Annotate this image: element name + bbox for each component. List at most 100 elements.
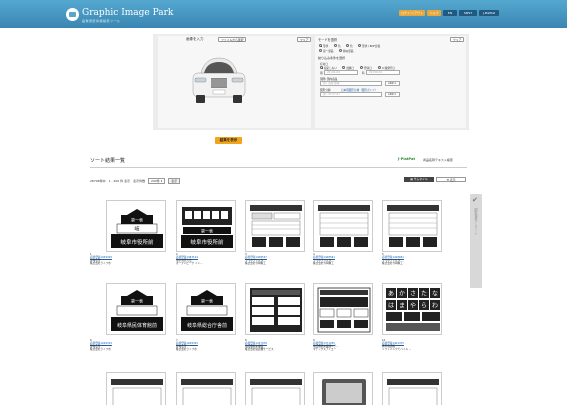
result-thumbnail-14[interactable] xyxy=(313,372,373,405)
image-input-label: 画像を入力 xyxy=(186,37,204,41)
login-button[interactable]: ログイン/アウト xyxy=(399,10,425,16)
result-thumbnail-5[interactable] xyxy=(382,200,442,252)
mode-option-label: 形状＋BOF比較 xyxy=(362,45,381,48)
result-owner: オープンビーク イン... xyxy=(176,262,203,266)
keypad-key: は xyxy=(388,303,394,310)
result-thumbnail-7[interactable]: 第一表 岐阜県総合庁舎前 xyxy=(176,283,236,335)
check-icon: ✔ xyxy=(472,196,478,204)
list-view-button[interactable]: ☰ 表示 xyxy=(436,177,466,182)
date-radio-registration[interactable] xyxy=(360,66,363,69)
label-printer-screen-image xyxy=(248,203,304,251)
keypad-key: た xyxy=(421,291,427,298)
result-owner: 株式会社ライフ市 xyxy=(90,348,111,352)
result-owner: 株式会社寺岡精工 xyxy=(382,262,403,266)
result-owner: 株式会社ライフ市 xyxy=(90,262,111,266)
english-button[interactable]: EN xyxy=(443,10,457,16)
filter-heading: 絞り込み条件を選択 xyxy=(318,56,346,60)
date-from-prefix: 期 xyxy=(320,72,323,75)
mode-radio-first-part[interactable] xyxy=(319,49,322,52)
screen-image xyxy=(179,375,235,405)
phone-screen-image xyxy=(316,286,372,334)
result-count-text: 28706件中 1 - 200 件 表示 表示件数 xyxy=(90,179,146,183)
result-thumbnail-3[interactable] xyxy=(245,200,305,252)
result-owner: 株式会社寺岡精工 xyxy=(245,262,266,266)
keypad-key: ま xyxy=(399,303,405,310)
result-caption-1: 1 商標登録1049329 建物名所 株式会社ライフ市 xyxy=(90,253,152,265)
mode-radio-similar-part[interactable] xyxy=(339,49,342,52)
result-thumbnail-2[interactable]: 第一表 岐阜市役所前 xyxy=(176,200,236,252)
result-thumbnail-8[interactable] xyxy=(245,283,305,335)
text-search-link[interactable]: 商品名称テキスト検索 xyxy=(423,158,453,162)
divider xyxy=(90,167,467,168)
sign-text: 岐阜市役所前 xyxy=(120,238,154,246)
result-thumbnail-6[interactable]: 第一表 岐阜県民体育館前 xyxy=(106,283,166,335)
jplatpat-button[interactable]: J-PlatPat xyxy=(479,10,499,16)
mode-option-label: 類似部品 xyxy=(343,50,354,53)
label-printer-screen-image xyxy=(385,203,441,251)
result-thumbnail-11[interactable] xyxy=(106,372,166,405)
image-clear-button[interactable]: クリア xyxy=(297,37,312,42)
result-thumbnail-13[interactable] xyxy=(245,372,305,405)
class-input[interactable]: 例）商標 陳域 xyxy=(320,81,382,86)
mode-radio-color2[interactable] xyxy=(346,44,349,47)
smst-button[interactable]: SMST xyxy=(459,10,477,16)
thumbnail-view-button[interactable]: ▦ サムネイル xyxy=(404,177,434,182)
logo-icon[interactable] xyxy=(66,8,79,21)
result-caption-7: 7 商標登録1049325 建物名所 株式会社ライフ市 xyxy=(176,339,238,351)
sign-text: 岐 xyxy=(134,226,139,233)
screen-image xyxy=(248,375,304,405)
file-select-button[interactable]: ファイルから選択 xyxy=(218,37,247,42)
header: Graphic Image Park 画像意匠商標検索ツール ログイン/アウト … xyxy=(0,0,567,28)
mode-radio-shape-bof[interactable] xyxy=(358,44,361,47)
logo-title[interactable]: Graphic Image Park xyxy=(82,8,173,18)
sign-text: 岐阜県民体育館前 xyxy=(117,322,157,329)
mode-clear-button[interactable]: クリア xyxy=(450,37,465,42)
keypad-key: や xyxy=(410,302,416,310)
result-thumbnail-10[interactable]: あ か さ た な は ま や ら わ xyxy=(382,283,442,335)
bus-stop-sign-image: 第一表 岐 岐阜市役所前 xyxy=(109,203,165,251)
label-printer-screen-image xyxy=(316,203,372,251)
result-count: 28706件中 1 - 200 件 表示 表示件数 200件 ▾ 表示 xyxy=(90,178,181,184)
result-thumbnail-15[interactable] xyxy=(382,372,442,405)
result-thumbnail-9[interactable] xyxy=(313,283,373,335)
sign-text: 第一表 xyxy=(201,298,213,304)
design-input[interactable]: 例）07.07.07 xyxy=(320,92,382,97)
device-image xyxy=(316,375,372,405)
mode-radio-color[interactable] xyxy=(334,44,337,47)
date-from-input[interactable]: 20140101 xyxy=(324,70,358,75)
result-owner: 株式会社電話機サービス xyxy=(245,348,274,352)
date-radio-none[interactable] xyxy=(320,66,323,69)
result-owner: マテックスアイエー xyxy=(313,348,337,352)
jplatpat-logo[interactable]: J-PlatPat xyxy=(398,157,415,161)
result-owner: ソフトバンクモバイル ... xyxy=(382,348,412,352)
sign-text: 第一表 xyxy=(201,228,213,234)
class-operator-select[interactable]: AND ▾ xyxy=(385,81,400,86)
result-caption-6: 6 商標登録1049334 建物名所 株式会社ライフ市 xyxy=(90,339,152,351)
per-page-select[interactable]: 200件 ▾ xyxy=(148,178,166,184)
date-radio-application[interactable] xyxy=(342,66,345,69)
keypad-key: わ xyxy=(432,303,438,310)
results-title: ソート結果一覧 xyxy=(90,158,126,164)
result-caption-3: 3 商標登録1408537 ラベルプリンタ 株式会社寺岡精工 xyxy=(245,253,307,265)
show-results-button[interactable]: 結果を表示 xyxy=(215,137,242,144)
bus-stop-sign-image: 第一表 岐阜県民体育館前 xyxy=(109,286,165,334)
result-caption-10: 10 商標登録1401475 携帯電話機 ソフトバンクモバイル ... xyxy=(382,339,444,351)
design-operator-select[interactable]: AND ▾ xyxy=(385,92,400,97)
date-to-input[interactable]: 20150101 xyxy=(366,70,400,75)
date-radio-publication[interactable] xyxy=(378,66,381,69)
mode-option-label: 色 xyxy=(338,45,341,48)
apply-button[interactable]: 表示 xyxy=(168,178,181,184)
mode-label: モードを選択 xyxy=(318,38,338,42)
result-thumbnail-4[interactable] xyxy=(313,200,373,252)
result-caption-4: 4 商標登録1408561 ラベルプリンタ 株式会社寺岡精工 xyxy=(313,253,375,265)
keypad-key: か xyxy=(399,291,405,298)
mode-radio-shape[interactable] xyxy=(319,44,322,47)
sign-text: 第一表 xyxy=(131,217,143,223)
mode-option-label: 形状 xyxy=(323,45,329,48)
kana-keypad-image: あ か さ た な は ま や ら わ xyxy=(385,286,441,334)
result-thumbnail-12[interactable] xyxy=(176,372,236,405)
help-button[interactable]: ヘルプ xyxy=(427,10,441,16)
result-caption-5: 5 商標登録1408681 ラベルプリンタ 株式会社寺岡精工 xyxy=(382,253,444,265)
keypad-key: ら xyxy=(421,303,427,310)
result-thumbnail-1[interactable]: 第一表 岐 岐阜市役所前 xyxy=(106,200,166,252)
